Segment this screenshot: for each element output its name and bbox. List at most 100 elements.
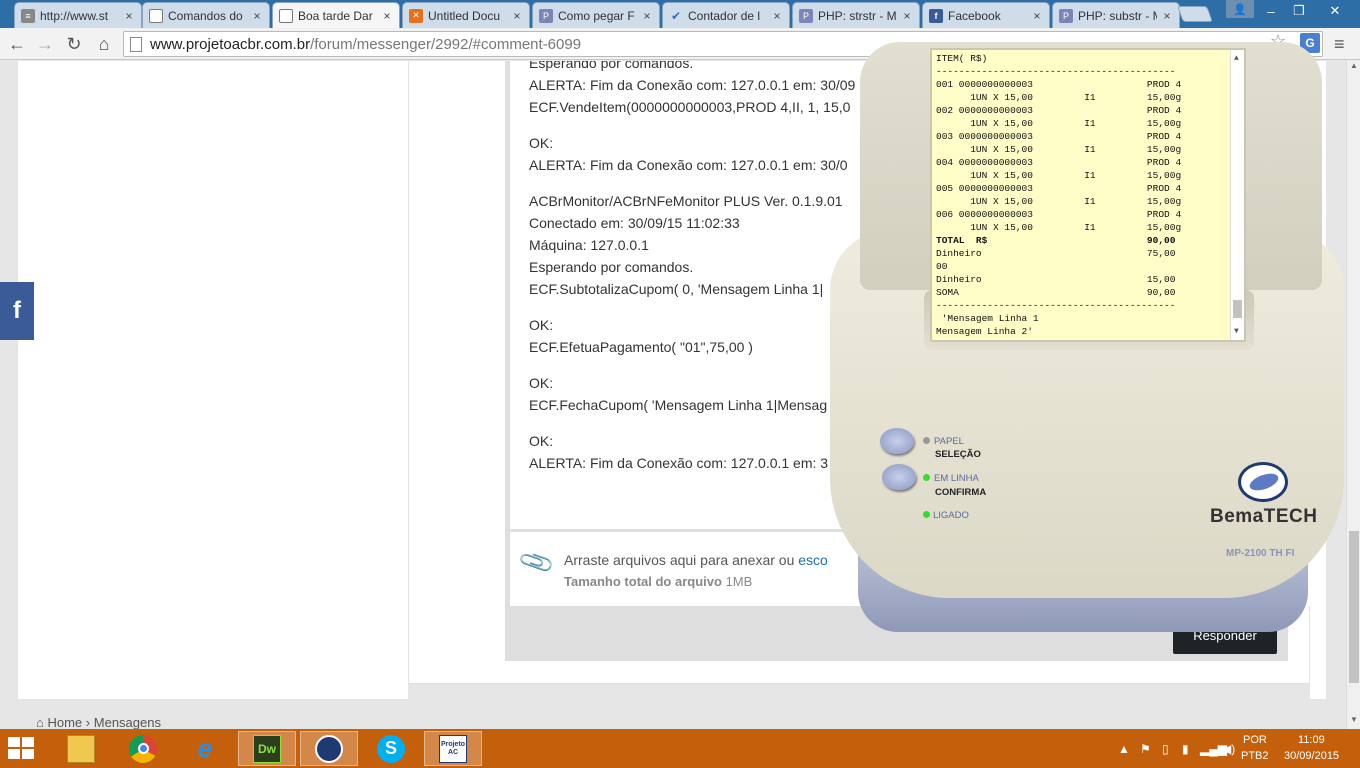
restore-icon[interactable]: ❐ [1284, 0, 1314, 22]
close-icon[interactable]: × [251, 9, 263, 23]
receipt-line: 004 0000000000003 PROD 4 [936, 157, 1182, 168]
breadcrumb-separator: › [85, 715, 91, 729]
papel-label: PAPEL [934, 436, 964, 447]
action-center-flag-icon[interactable]: ⚑ [1140, 742, 1151, 756]
receipt-line: Mensagem Linha 2' [936, 326, 1033, 337]
reload-icon[interactable]: ↻ [62, 32, 86, 56]
skype-icon: S [377, 734, 405, 763]
close-icon[interactable]: × [511, 9, 523, 23]
receipt-lines: ITEM( R$) -------------------------------… [936, 52, 1244, 338]
receipt-line: 005 0000000000003 PROD 4 [936, 183, 1182, 194]
ligado-label: LIGADO [933, 510, 969, 521]
selecao-label: SELEÇÃO [935, 449, 981, 460]
receipt-scroll-thumb[interactable] [1233, 300, 1242, 318]
network-icon[interactable]: ▮ [1182, 742, 1189, 756]
tab-2-active[interactable]: Boa tarde Dar × [272, 2, 400, 28]
user-icon[interactable]: 👤 [1226, 0, 1254, 18]
receipt-line: SOMA 90,00 [936, 287, 1176, 298]
receipt-scroll-down-icon[interactable]: ▼ [1234, 325, 1239, 338]
page-icon [149, 8, 163, 23]
scroll-down-arrow-icon[interactable]: ▼ [1347, 715, 1360, 729]
tab-3[interactable]: ✕ Untitled Docu × [402, 2, 530, 28]
clock-time[interactable]: 11:09 [1298, 734, 1325, 746]
taskbar-chrome[interactable] [114, 731, 172, 766]
tab-7[interactable]: f Facebook × [922, 2, 1050, 28]
receipt-line: 1UN X 15,00 I1 15,00g [936, 222, 1182, 233]
input-language[interactable]: POR [1243, 734, 1267, 746]
tab-1[interactable]: Comandos do × [142, 2, 270, 28]
receipt-line: 1UN X 15,00 I1 15,00g [936, 92, 1182, 103]
home-icon[interactable]: ⌂ [92, 32, 116, 56]
ligado-led [923, 511, 930, 518]
volume-icon[interactable]: ◀) [1222, 742, 1235, 756]
window-close-icon[interactable]: ✕ [1314, 0, 1356, 22]
breadcrumb: ⌂ Home › Mensagens [36, 715, 161, 729]
taskbar-file-explorer[interactable] [52, 731, 110, 766]
url-host: www.projetoacbr.com.br [150, 36, 311, 53]
page-icon [279, 8, 293, 23]
php-icon: P [1059, 8, 1073, 23]
tab-title: Contador de l [688, 8, 761, 23]
receipt-display: ITEM( R$) -------------------------------… [930, 48, 1246, 342]
page-scrollbar[interactable]: ▲ ▼ [1346, 61, 1360, 729]
chrome-icon [129, 734, 157, 763]
taskbar-acbr-monitor[interactable] [300, 731, 358, 766]
keyboard-layout[interactable]: PTB2 [1241, 750, 1269, 762]
taskbar-skype[interactable]: S [362, 731, 420, 766]
scroll-up-arrow-icon[interactable]: ▲ [1347, 61, 1360, 75]
forward-arrow-icon[interactable]: → [33, 32, 57, 56]
tab-4[interactable]: P Como pegar F × [532, 2, 660, 28]
show-hidden-icons-icon[interactable]: ▲ [1118, 742, 1130, 756]
taskbar-internet-explorer[interactable]: e [176, 731, 234, 766]
breadcrumb-messages[interactable]: Mensagens [94, 715, 161, 729]
facebook-share-icon[interactable]: f [0, 282, 34, 340]
clock-date[interactable]: 30/09/2015 [1284, 750, 1339, 762]
tab-8[interactable]: P PHP: substr - M × [1052, 2, 1180, 28]
bematech-logo-icon [1238, 462, 1288, 502]
php-icon: P [539, 8, 553, 23]
tab-6[interactable]: P PHP: strstr - M × [792, 2, 920, 28]
receipt-line: TOTAL R$ 90,00 [936, 235, 1176, 246]
dreamweaver-icon: Dw [253, 734, 281, 763]
papel-button[interactable] [880, 428, 914, 454]
minimize-icon[interactable]: – [1256, 0, 1286, 22]
receipt-line: Dinheiro 75,00 [936, 248, 1176, 259]
file-explorer-icon [67, 734, 95, 763]
close-icon[interactable]: × [123, 9, 135, 23]
close-icon[interactable]: × [381, 9, 393, 23]
close-icon[interactable]: × [1161, 9, 1173, 23]
tab-title: Boa tarde Dar [298, 8, 373, 23]
choose-files-link[interactable]: esco [798, 552, 828, 568]
close-icon[interactable]: × [771, 9, 783, 23]
em-linha-label: EM LINHA [934, 473, 979, 484]
tab-title: Facebook [948, 8, 1001, 23]
taskbar-projeto-acbr[interactable]: Projeto AC [424, 731, 482, 766]
close-icon[interactable]: × [641, 9, 653, 23]
close-icon[interactable]: × [1031, 9, 1043, 23]
new-tab-button[interactable] [1177, 6, 1213, 22]
breadcrumb-home[interactable]: Home [47, 715, 82, 729]
receipt-line: ITEM( R$) [936, 53, 988, 64]
fiscal-printer-window: ITEM( R$) -------------------------------… [828, 30, 1348, 634]
back-arrow-icon[interactable]: ← [5, 32, 29, 56]
taskbar-dreamweaver[interactable]: Dw [238, 731, 296, 766]
page-info-icon[interactable] [130, 37, 142, 52]
close-icon[interactable]: × [901, 9, 913, 23]
doc-icon: ✕ [409, 8, 423, 23]
check-icon: ✔ [670, 8, 682, 23]
power-icon[interactable]: ▯ [1162, 742, 1169, 756]
receipt-line: 006 0000000000003 PROD 4 [936, 209, 1182, 220]
tab-title: Como pegar F [558, 8, 635, 23]
acbr-monitor-icon [315, 734, 343, 763]
em-linha-led [923, 474, 930, 481]
tab-title: PHP: substr - M [1078, 8, 1157, 23]
receipt-line: 1UN X 15,00 I1 15,00g [936, 144, 1182, 155]
receipt-scrollbar[interactable]: ▲ ▼ [1230, 50, 1244, 340]
receipt-scroll-up-icon[interactable]: ▲ [1234, 52, 1239, 65]
em-linha-button[interactable] [882, 464, 916, 490]
tab-5[interactable]: ✔ Contador de l × [662, 2, 790, 28]
windows-start-icon[interactable] [8, 737, 36, 761]
scroll-thumb[interactable] [1349, 531, 1359, 683]
tab-title: Comandos do [168, 8, 243, 23]
tab-0[interactable]: ≡ http://www.st × [14, 2, 142, 28]
